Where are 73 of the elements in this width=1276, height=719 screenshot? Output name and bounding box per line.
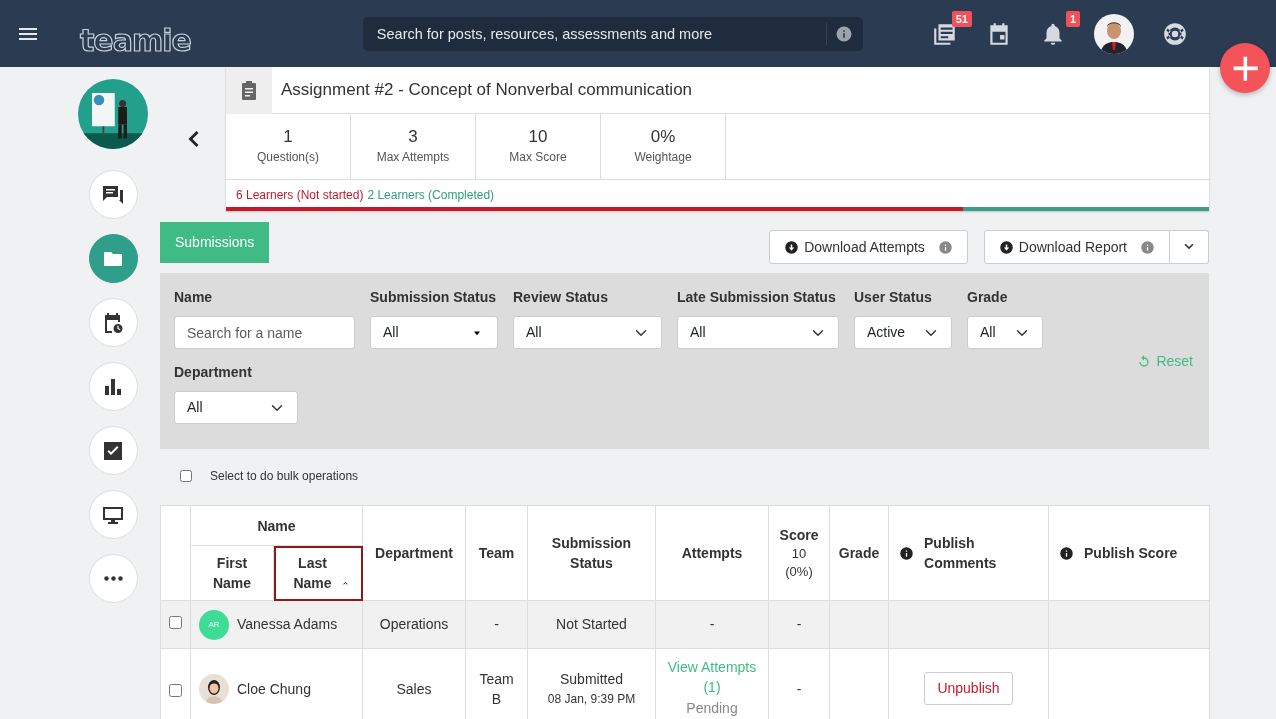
dropdown[interactable]: Active xyxy=(854,316,952,349)
table-cell-text: - xyxy=(708,615,716,634)
dropdown[interactable]: All xyxy=(513,316,662,349)
unpublish-button[interactable]: Unpublish xyxy=(924,672,1013,705)
bulk-label: Select to do bulk operations xyxy=(210,468,359,485)
assignment-title: Assignment #2 - Concept of Nonverbal communication xyxy=(281,79,693,102)
avatar: AR xyxy=(199,609,229,640)
notification-badge: 51 xyxy=(951,10,972,27)
search-field[interactable]: Search for posts, resources, assessments and more xyxy=(362,16,863,51)
table-cell-text: - xyxy=(493,615,500,634)
filter-label: Submission Status xyxy=(370,288,498,307)
stat-label: Max Attempts xyxy=(376,148,450,166)
filter-label: User Status xyxy=(854,288,933,307)
column-header: Publish Score xyxy=(1048,505,1210,601)
download-button[interactable]: Download Attempts xyxy=(769,230,968,264)
attempt-status: Pending xyxy=(685,699,739,718)
table-cell-text: - xyxy=(795,615,803,634)
completed-count: 2 Learners (Completed) xyxy=(367,188,495,202)
table-cell-text: Team B xyxy=(478,670,515,709)
filter-label: Late Submission Status xyxy=(677,288,837,307)
stat-label: Question(s) xyxy=(257,148,319,166)
filter-label: Name xyxy=(174,288,214,307)
avatar-button[interactable] xyxy=(1094,13,1134,54)
logo[interactable]: teamie xyxy=(80,11,191,56)
notification-badge: 1 xyxy=(1065,10,1080,27)
stat-value: 3 xyxy=(408,127,418,148)
column-header: Team xyxy=(465,505,528,601)
checkbox[interactable] xyxy=(180,470,192,482)
row-checkbox[interactable] xyxy=(169,684,182,697)
stat-value: 10 xyxy=(528,127,548,148)
info-icon xyxy=(937,239,953,255)
table-cell-text: Operations xyxy=(378,615,450,634)
lifebuoy-button[interactable] xyxy=(1162,20,1188,47)
column-header: Name xyxy=(190,505,363,546)
download-icon xyxy=(998,239,1014,255)
learner-name: Cloe Chung xyxy=(237,679,311,699)
column-header: First Name xyxy=(190,545,274,601)
table-cell-text: - xyxy=(795,680,803,699)
info-icon xyxy=(834,24,853,43)
table-cell-text: Sales xyxy=(395,680,433,699)
submission-date: 08 Jan, 9:39 PM xyxy=(546,691,637,708)
status-text: Submitted xyxy=(559,670,625,689)
stat-label: Weightage xyxy=(634,148,692,166)
stat-value: 1 xyxy=(283,127,293,148)
column-header: Score 10 (0%) xyxy=(768,505,830,601)
stat-value: 0% xyxy=(650,127,676,148)
not-started-count: 6 Learners (Not started) xyxy=(236,188,364,202)
download-icon xyxy=(784,239,800,255)
column-header: Attempts xyxy=(655,505,769,601)
filter-label: Review Status xyxy=(513,288,609,307)
more-icon xyxy=(103,576,123,581)
info-icon xyxy=(1140,239,1155,255)
add-button[interactable] xyxy=(1220,43,1270,93)
info-icon xyxy=(899,545,914,561)
filter-label: Department xyxy=(174,363,253,382)
info-icon xyxy=(1059,545,1074,561)
row-checkbox[interactable] xyxy=(169,616,182,629)
column-header: Publish Comments xyxy=(888,505,1049,601)
dropdown[interactable]: All xyxy=(677,316,839,349)
column-header: Grade xyxy=(829,505,889,601)
dropdown[interactable]: All xyxy=(967,316,1043,349)
search-field[interactable]: Search for a name xyxy=(174,316,355,349)
column-header: Submission Status xyxy=(527,505,656,601)
learner-name: Vanessa Adams xyxy=(237,615,338,634)
status-text: Not Started xyxy=(555,615,628,634)
download-button[interactable]: Download Report xyxy=(983,230,1170,264)
filter-label: Grade xyxy=(967,288,1009,307)
column-header[interactable]: Last Name xyxy=(273,545,363,601)
lifebuoy-icon xyxy=(1162,20,1188,47)
dropdown[interactable]: All xyxy=(174,391,298,424)
dropdown[interactable]: All xyxy=(370,316,498,349)
stat-label: Max Score xyxy=(509,148,567,166)
column-header: Department xyxy=(362,505,466,601)
